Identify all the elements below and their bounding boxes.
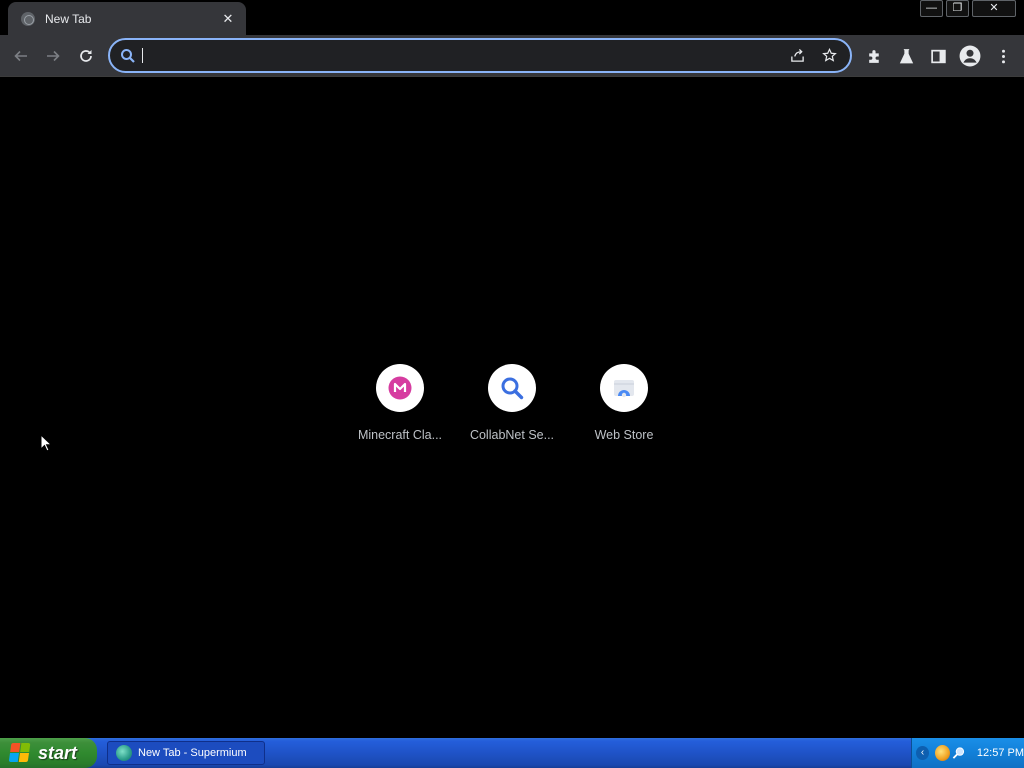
bookmark-button[interactable] <box>818 45 840 67</box>
profile-icon <box>959 45 981 67</box>
labs-button[interactable] <box>893 43 919 69</box>
address-bar[interactable] <box>108 38 852 73</box>
restore-button[interactable]: ❐ <box>946 0 969 17</box>
shortcut-minecraft-classic[interactable]: Minecraft Cla... <box>344 364 456 442</box>
share-button[interactable] <box>786 45 808 67</box>
taskbar-item-supermium[interactable]: New Tab - Supermium <box>107 741 265 765</box>
tray-app-icon[interactable] <box>935 745 950 761</box>
search-icon <box>119 47 137 65</box>
forward-button[interactable] <box>40 43 66 69</box>
profile-button[interactable] <box>957 43 983 69</box>
more-menu-button[interactable] <box>990 43 1016 69</box>
windows-flag-icon <box>8 743 32 763</box>
start-label: start <box>38 742 78 763</box>
tray-search-icon[interactable] <box>952 746 965 760</box>
text-caret <box>142 48 143 63</box>
shortcut-icon-tile <box>488 364 536 412</box>
side-panel-icon <box>930 49 946 63</box>
system-tray: ‹ 12:57 PM <box>911 738 1024 768</box>
new-tab-page: Minecraft Cla... CollabNet Se... Web Sto… <box>0 77 1024 738</box>
reload-button[interactable] <box>73 43 99 69</box>
minimize-button[interactable]: — <box>920 0 943 17</box>
tab-title: New Tab <box>45 11 92 26</box>
address-input[interactable] <box>137 40 776 71</box>
star-icon <box>821 48 837 62</box>
web-store-icon <box>614 380 634 398</box>
shortcut-label: Web Store <box>594 428 654 442</box>
shortcut-web-store[interactable]: Web Store <box>568 364 680 442</box>
reload-icon <box>80 50 92 62</box>
start-button[interactable]: start <box>0 738 97 768</box>
tab-close-button[interactable]: ✕ <box>220 11 236 27</box>
shortcut-label: CollabNet Se... <box>469 428 555 442</box>
browser-toolbar <box>0 35 1024 77</box>
extensions-button[interactable] <box>861 43 887 69</box>
collabnet-search-icon <box>501 377 524 400</box>
close-window-button[interactable]: ✕ <box>972 0 1016 17</box>
minecraft-classic-icon <box>388 376 412 400</box>
side-panel-button[interactable] <box>925 43 951 69</box>
extensions-icon <box>868 49 879 63</box>
show-hidden-icons-button[interactable]: ‹ <box>916 746 930 760</box>
more-menu-icon <box>1001 49 1005 63</box>
shortcut-icon-tile <box>376 364 424 412</box>
tab-new-tab[interactable]: New Tab ✕ <box>8 2 246 35</box>
taskbar: start New Tab - Supermium ‹ 12:57 PM <box>0 738 1024 768</box>
shortcut-icon-tile <box>600 364 648 412</box>
mouse-cursor-icon <box>40 434 52 452</box>
shortcut-collabnet-search[interactable]: CollabNet Se... <box>456 364 568 442</box>
forward-arrow-icon <box>47 50 60 62</box>
labs-flask-icon <box>899 48 913 63</box>
window-controls: — ❐ ✕ <box>920 0 1016 17</box>
back-button[interactable] <box>8 43 34 69</box>
taskbar-item-label: New Tab - Supermium <box>138 747 247 759</box>
shortcut-label: Minecraft Cla... <box>357 428 443 442</box>
clock: 12:57 PM <box>976 747 1024 759</box>
supermium-icon <box>116 745 132 761</box>
globe-icon <box>21 11 35 26</box>
back-arrow-icon <box>14 50 27 62</box>
tab-strip: New Tab ✕ — ❐ ✕ <box>0 0 1024 35</box>
share-icon <box>790 48 804 62</box>
